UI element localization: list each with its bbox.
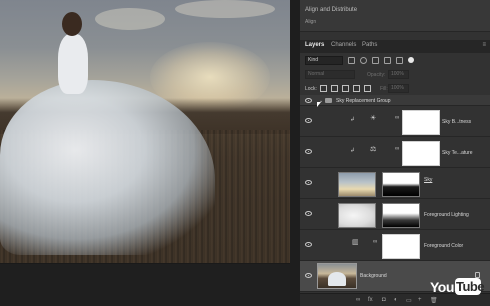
layer-name: Foreground Lighting (424, 212, 469, 218)
visibility-eye-icon[interactable] (305, 180, 312, 185)
layer-name: Sky B...tness (442, 119, 472, 125)
kind-select[interactable]: Kind (305, 56, 343, 65)
link-icon: ∞ (395, 146, 400, 152)
shape-filter-icon[interactable] (384, 57, 391, 64)
panel-tabs: Layers Channels Paths ≡ (300, 40, 490, 53)
fill-label: Fill: (380, 86, 388, 92)
filter-toggle[interactable] (408, 57, 414, 63)
add-mask-icon[interactable]: ◘ (382, 297, 386, 303)
lock-position-icon[interactable] (342, 85, 349, 92)
filter-row: Kind (300, 55, 490, 67)
layer-name: Background (360, 273, 387, 279)
lock-image-icon[interactable] (331, 85, 338, 92)
align-distribute-section: Align and Distribute Align (300, 0, 490, 32)
clip-arrow-icon: ↲ (350, 117, 356, 123)
opacity-label: Opacity: (367, 72, 386, 78)
bride-torso (58, 34, 88, 94)
fill-field[interactable]: 100% (388, 84, 409, 93)
fx-icon[interactable]: fx (368, 297, 373, 303)
layer-row[interactable]: ↲ ☀ ∞ Sky B...tness (300, 107, 490, 137)
tab-paths[interactable]: Paths (362, 42, 377, 48)
cloud (95, 8, 165, 30)
layer-mask-thumbnail[interactable] (402, 141, 440, 166)
clip-arrow-icon: ↲ (350, 148, 356, 154)
layer-mask-thumbnail[interactable] (402, 110, 440, 135)
layer-thumbnail[interactable] (338, 172, 376, 197)
layer-row[interactable]: ▥ ∞ Foreground Color (300, 231, 490, 261)
app-window: Align and Distribute Align Layers Channe… (0, 0, 490, 306)
panel-divider[interactable] (290, 0, 300, 306)
adjustment-layer-icon[interactable]: ◐ (394, 297, 398, 303)
layers-list: ⌄ Sky Replacement Group ↲ ☀ ∞ Sky B...tn… (300, 95, 490, 293)
layer-thumbnail[interactable] (338, 203, 376, 228)
tab-layers[interactable]: Layers (305, 42, 324, 48)
visibility-eye-icon[interactable] (305, 273, 312, 278)
menu-icon[interactable]: ≡ (482, 42, 486, 48)
cloud (175, 0, 275, 18)
visibility-eye-icon[interactable] (305, 149, 312, 154)
brightness-icon: ☀ (370, 115, 377, 122)
blend-row: Normal Opacity: 100% (300, 69, 490, 81)
lock-all-icon[interactable] (364, 85, 371, 92)
visibility-eye-icon[interactable] (305, 98, 312, 103)
visibility-eye-icon[interactable] (305, 211, 312, 216)
youtube-watermark: You Tube (430, 277, 485, 297)
levels-icon: ▥ (352, 239, 359, 246)
tab-channels[interactable]: Channels (331, 42, 356, 48)
layer-mask-thumbnail[interactable] (382, 234, 420, 259)
layer-thumbnail[interactable] (317, 263, 357, 289)
bride-head (62, 12, 82, 36)
layer-name: Sky Te...ature (442, 150, 473, 156)
folder-icon (325, 98, 332, 103)
lock-artboard-icon[interactable] (353, 85, 360, 92)
visibility-eye-icon[interactable] (305, 242, 312, 247)
align-distribute-title[interactable]: Align and Distribute (305, 7, 357, 13)
link-icon: ∞ (373, 239, 378, 245)
smart-object-filter-icon[interactable] (396, 57, 403, 64)
trash-icon[interactable]: 🗑 (430, 297, 438, 304)
layer-name: Sky Replacement Group (336, 98, 391, 104)
image-filter-icon[interactable] (348, 57, 355, 64)
layer-name: Foreground Color (424, 243, 464, 249)
align-subtitle: Align (305, 19, 317, 25)
lock-label: Lock: (305, 86, 317, 92)
lock-row: Lock: Fill: 100% (300, 83, 490, 95)
watermark-tube: Tube (456, 279, 485, 294)
layer-mask-thumbnail[interactable] (382, 172, 420, 197)
canvas-footer (0, 263, 290, 306)
color-balance-icon: ⚖ (370, 146, 377, 153)
visibility-eye-icon[interactable] (305, 118, 312, 123)
adjustment-filter-icon[interactable] (360, 57, 367, 64)
link-layers-icon[interactable]: ∞ (356, 297, 360, 303)
new-group-icon[interactable]: ▭ (406, 297, 412, 304)
layer-row[interactable]: Foreground Lighting (300, 200, 490, 230)
blend-mode-select[interactable]: Normal (305, 70, 355, 79)
layer-row[interactable]: ↲ ⚖ ∞ Sky Te...ature (300, 138, 490, 168)
link-icon: ∞ (395, 115, 400, 121)
layer-row[interactable]: Sky (300, 169, 490, 199)
canvas-area[interactable] (0, 0, 290, 306)
watermark-you: You (430, 279, 454, 295)
layers-panel: Align and Distribute Align Layers Channe… (300, 0, 490, 306)
opacity-field[interactable]: 100% (388, 70, 409, 79)
document-image[interactable] (0, 0, 290, 263)
type-filter-icon[interactable] (372, 57, 379, 64)
layer-mask-thumbnail[interactable] (382, 203, 420, 228)
new-layer-icon[interactable]: + (418, 297, 422, 303)
lock-transparent-icon[interactable] (320, 85, 327, 92)
layer-group-row[interactable]: ⌄ Sky Replacement Group (300, 95, 490, 107)
layer-name: Sky (424, 177, 433, 183)
